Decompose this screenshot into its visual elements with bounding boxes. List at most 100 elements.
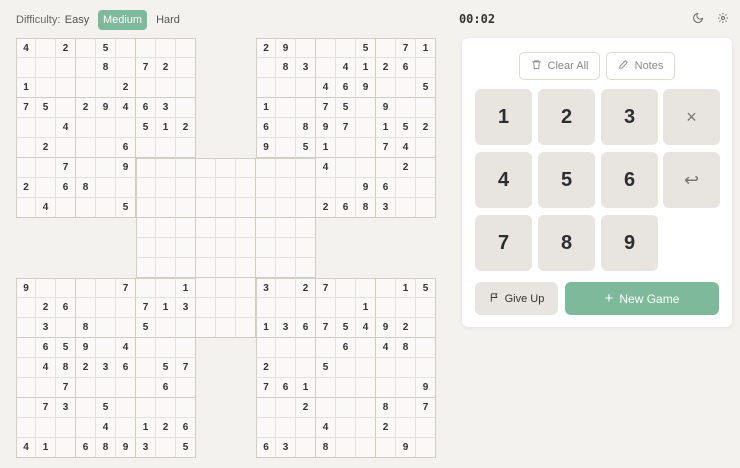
sudoku-cell[interactable] — [236, 178, 256, 198]
sudoku-cell[interactable] — [316, 58, 336, 78]
sudoku-cell[interactable]: 7 — [136, 298, 156, 318]
sudoku-cell[interactable] — [416, 298, 436, 318]
sudoku-cell[interactable] — [236, 278, 256, 298]
sudoku-cell[interactable] — [156, 198, 176, 218]
sudoku-cell[interactable] — [216, 218, 236, 238]
sudoku-cell[interactable]: 5 — [36, 98, 56, 118]
sudoku-cell[interactable] — [196, 258, 216, 278]
sudoku-cell[interactable] — [416, 178, 436, 198]
sudoku-cell[interactable] — [136, 378, 156, 398]
sudoku-cell[interactable] — [136, 238, 156, 258]
key-8[interactable]: 8 — [538, 215, 595, 271]
sudoku-cell[interactable] — [256, 158, 276, 178]
sudoku-cell[interactable] — [156, 158, 176, 178]
sudoku-cell[interactable] — [256, 398, 276, 418]
sudoku-cell[interactable]: 5 — [416, 78, 436, 98]
key-1[interactable]: 1 — [475, 89, 532, 145]
sudoku-cell[interactable]: 2 — [76, 98, 96, 118]
sudoku-cell[interactable]: 9 — [116, 158, 136, 178]
sudoku-cell[interactable] — [196, 238, 216, 258]
sudoku-cell[interactable] — [216, 318, 236, 338]
sudoku-cell[interactable] — [156, 138, 176, 158]
sudoku-cell[interactable] — [76, 398, 96, 418]
sudoku-cell[interactable] — [256, 338, 276, 358]
sudoku-cell[interactable]: 6 — [256, 118, 276, 138]
sudoku-cell[interactable] — [156, 318, 176, 338]
sudoku-cell[interactable]: 9 — [76, 338, 96, 358]
sudoku-cell[interactable]: 2 — [36, 298, 56, 318]
sudoku-cell[interactable] — [356, 158, 376, 178]
sudoku-cell[interactable] — [296, 438, 316, 458]
sudoku-cell[interactable]: 9 — [276, 38, 296, 58]
sudoku-cell[interactable]: 9 — [116, 438, 136, 458]
sudoku-cell[interactable]: 2 — [256, 38, 276, 58]
sudoku-cell[interactable] — [216, 158, 236, 178]
sudoku-cell[interactable]: 3 — [156, 98, 176, 118]
clear-all-button[interactable]: Clear All — [519, 52, 600, 80]
sudoku-cell[interactable] — [16, 298, 36, 318]
sudoku-cell[interactable] — [356, 338, 376, 358]
sudoku-cell[interactable] — [216, 178, 236, 198]
sudoku-cell[interactable]: 5 — [116, 198, 136, 218]
sudoku-cell[interactable] — [116, 58, 136, 78]
sudoku-cell[interactable] — [56, 98, 76, 118]
sudoku-cell[interactable] — [56, 78, 76, 98]
sudoku-cell[interactable]: 5 — [96, 398, 116, 418]
sudoku-cell[interactable] — [156, 218, 176, 238]
sudoku-cell[interactable]: 8 — [76, 178, 96, 198]
sudoku-cell[interactable] — [96, 298, 116, 318]
sudoku-cell[interactable]: 4 — [116, 338, 136, 358]
sudoku-cell[interactable] — [276, 358, 296, 378]
sudoku-cell[interactable] — [136, 258, 156, 278]
sudoku-cell[interactable]: 3 — [56, 398, 76, 418]
sudoku-cell[interactable] — [396, 378, 416, 398]
sudoku-cell[interactable] — [256, 198, 276, 218]
sudoku-cell[interactable]: 7 — [36, 398, 56, 418]
sudoku-cell[interactable] — [116, 178, 136, 198]
sudoku-cell[interactable] — [196, 298, 216, 318]
sudoku-cell[interactable] — [76, 378, 96, 398]
sudoku-cell[interactable] — [56, 438, 76, 458]
sudoku-cell[interactable]: 6 — [116, 138, 136, 158]
sudoku-cell[interactable]: 1 — [356, 298, 376, 318]
sudoku-cell[interactable] — [176, 318, 196, 338]
sudoku-cell[interactable]: 6 — [176, 418, 196, 438]
sudoku-cell[interactable]: 1 — [156, 298, 176, 318]
sudoku-cell[interactable]: 1 — [256, 98, 276, 118]
sudoku-cell[interactable]: 7 — [256, 378, 276, 398]
sudoku-cell[interactable] — [376, 378, 396, 398]
sudoku-cell[interactable] — [196, 178, 216, 198]
sudoku-cell[interactable] — [16, 398, 36, 418]
sudoku-cell[interactable] — [356, 138, 376, 158]
sudoku-cell[interactable]: 6 — [56, 298, 76, 318]
sudoku-cell[interactable] — [276, 338, 296, 358]
sudoku-cell[interactable]: 6 — [56, 178, 76, 198]
sudoku-cell[interactable]: 7 — [56, 158, 76, 178]
sudoku-cell[interactable]: 6 — [276, 378, 296, 398]
sudoku-cell[interactable] — [176, 198, 196, 218]
sudoku-cell[interactable] — [176, 38, 196, 58]
sudoku-cell[interactable]: 3 — [136, 438, 156, 458]
sudoku-cell[interactable] — [176, 218, 196, 238]
sudoku-cell[interactable] — [136, 78, 156, 98]
sudoku-cell[interactable] — [276, 238, 296, 258]
sudoku-cell[interactable] — [276, 178, 296, 198]
sudoku-cell[interactable] — [256, 78, 276, 98]
sudoku-cell[interactable] — [156, 178, 176, 198]
sudoku-cell[interactable] — [296, 198, 316, 218]
sudoku-cell[interactable] — [96, 198, 116, 218]
sudoku-cell[interactable] — [36, 278, 56, 298]
sudoku-cell[interactable]: 1 — [296, 378, 316, 398]
sudoku-cell[interactable] — [296, 78, 316, 98]
sudoku-cell[interactable] — [36, 118, 56, 138]
sudoku-cell[interactable] — [76, 158, 96, 178]
sudoku-cell[interactable] — [276, 98, 296, 118]
new-game-button[interactable]: + New Game — [565, 282, 719, 315]
sudoku-cell[interactable]: 1 — [416, 38, 436, 58]
sudoku-cell[interactable]: 2 — [316, 198, 336, 218]
sudoku-cell[interactable] — [276, 118, 296, 138]
sudoku-cell[interactable] — [176, 158, 196, 178]
key-4[interactable]: 4 — [475, 152, 532, 208]
sudoku-cell[interactable]: 3 — [276, 318, 296, 338]
sudoku-cell[interactable]: 7 — [416, 398, 436, 418]
